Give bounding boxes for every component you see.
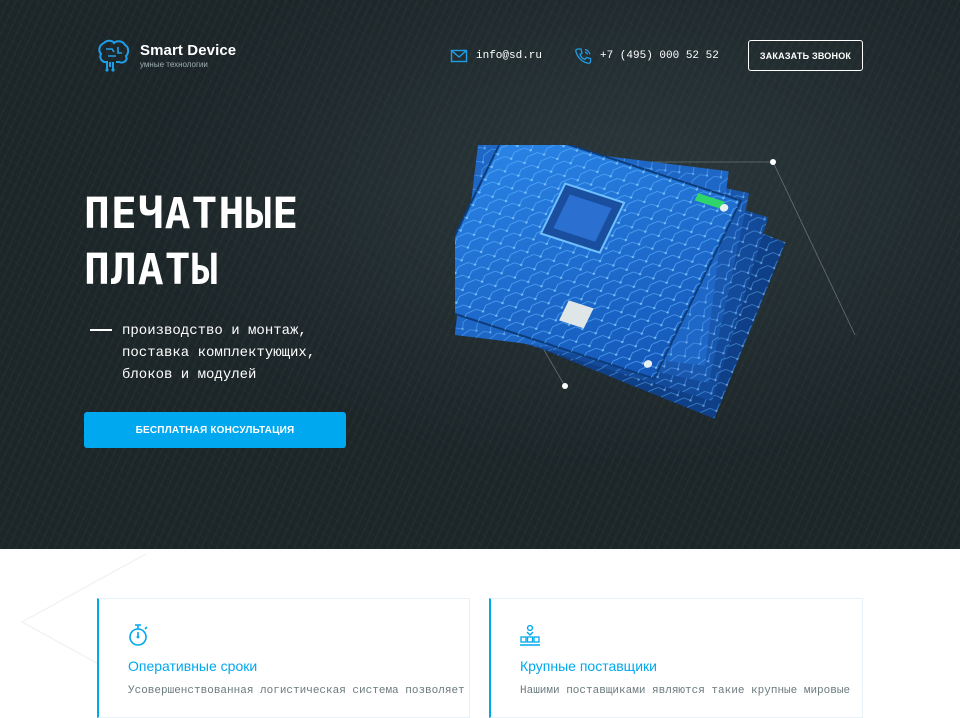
hero-title-line-2: ПЛАТЫ <box>84 245 219 295</box>
feature-text: Усовершенствованная логистическая систем… <box>128 685 465 697</box>
phone-icon <box>575 48 592 64</box>
brand-name: Smart Device <box>140 41 237 59</box>
feature-text: Нашими поставщиками являются такие крупн… <box>520 685 851 697</box>
hero-section: Smart Device умные технологии info@sd.ru… <box>0 0 960 549</box>
brand-tagline: умные технологии <box>140 59 208 69</box>
email-link[interactable]: info@sd.ru <box>450 47 542 65</box>
stopwatch-icon <box>129 624 148 646</box>
pcb-stack-image <box>420 124 856 419</box>
hero-title-line-1: ПЕЧАТНЫЕ <box>84 189 300 239</box>
hero-subtitle-line-1: производство и монтаж, <box>122 323 307 339</box>
email-text: info@sd.ru <box>476 50 543 62</box>
phone-text: +7 (495) 000 52 52 <box>600 50 719 62</box>
brain-logo-icon <box>98 39 130 72</box>
hero-title: ПЕЧАТНЫЕ ПЛАТЫ <box>84 186 299 298</box>
hero-subtitle-line-2: поставка комплектующих, <box>122 345 316 361</box>
feature-title: Крупные поставщики <box>520 658 657 674</box>
envelope-icon <box>450 49 468 63</box>
hero-subtitle: производство и монтаж, поставка комплект… <box>122 320 315 386</box>
callback-button[interactable]: ЗАКАЗАТЬ ЗВОНОК <box>748 40 863 71</box>
pcb-illustration <box>420 124 915 475</box>
hero-subtitle-line-3: блоков и модулей <box>122 367 257 383</box>
phone-link[interactable]: +7 (495) 000 52 52 <box>574 47 719 65</box>
feature-card-suppliers: Крупные поставщики Нашими поставщиками я… <box>489 598 863 718</box>
logo[interactable]: Smart Device умные технологии <box>96 37 236 73</box>
free-consultation-button[interactable]: БЕСПЛАТНАЯ КОНСУЛЬТАЦИЯ <box>84 412 346 448</box>
feature-card-fast-delivery: Оперативные сроки Усовершенствованная ло… <box>97 598 470 718</box>
subtitle-dash <box>90 329 112 331</box>
feature-title: Оперативные сроки <box>128 658 258 674</box>
suppliers-icon <box>520 624 540 646</box>
